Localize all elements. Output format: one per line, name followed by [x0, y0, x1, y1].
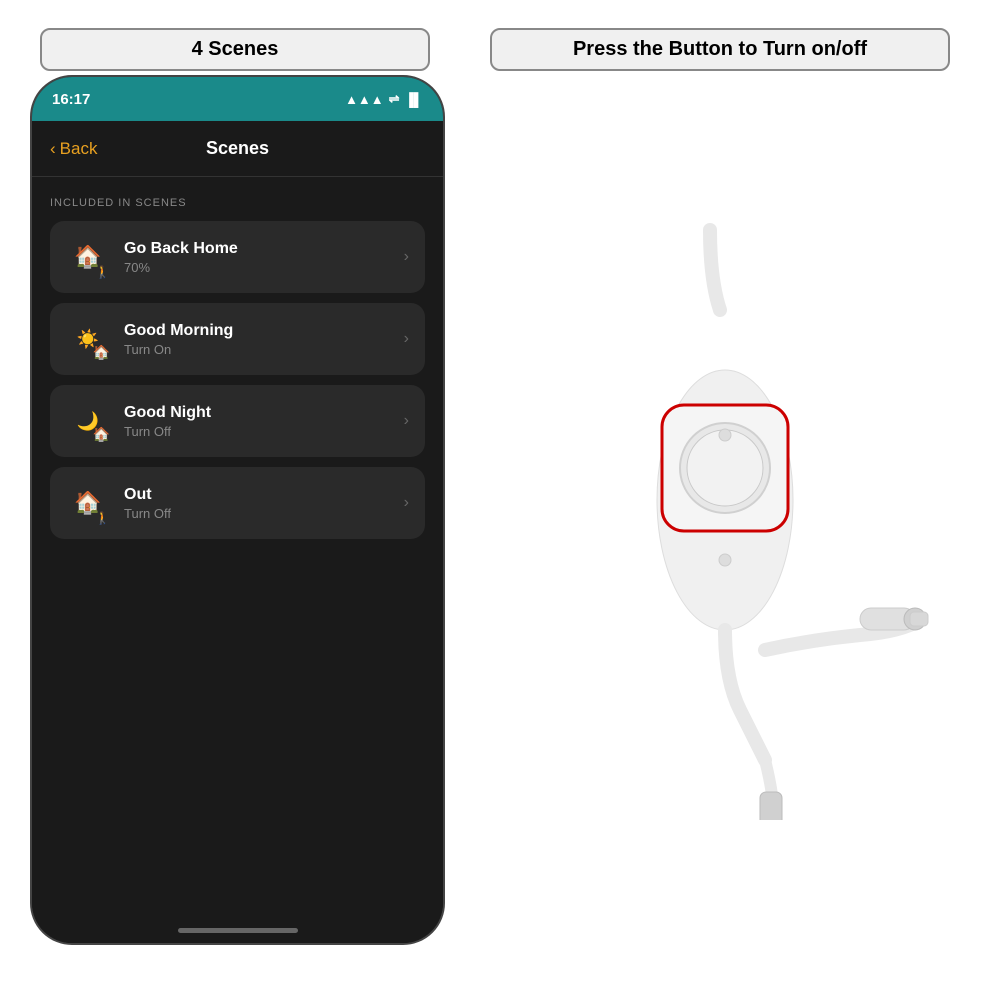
scene-item-good-morning[interactable]: ☀️ 🏠 Good Morning Turn On ›	[50, 303, 425, 375]
scene-icon-good-morning: ☀️ 🏠	[66, 317, 110, 361]
scene-name-go-back-home: Go Back Home	[124, 240, 390, 258]
scene-icon-go-back-home: 🏠 🚶	[66, 235, 110, 279]
scenes-list: 🏠 🚶 Go Back Home 70% › ☀️ 🏠 Good Morning…	[50, 221, 425, 539]
chevron-icon: ›	[404, 494, 409, 512]
battery-icon: ▐▌	[405, 92, 423, 107]
press-button-label: Press the Button to Turn on/off	[490, 28, 950, 71]
phone-mockup: 16:17 ▲▲▲ ⇌ ▐▌ ‹ Back Scenes INCLUDED IN…	[30, 75, 445, 945]
scene-text-good-night: Good Night Turn Off	[124, 404, 390, 439]
scene-text-out: Out Turn Off	[124, 486, 390, 521]
nav-bar: ‹ Back Scenes	[32, 121, 443, 177]
status-icons: ▲▲▲ ⇌ ▐▌	[345, 91, 423, 107]
chevron-icon: ›	[404, 412, 409, 430]
scene-text-go-back-home: Go Back Home 70%	[124, 240, 390, 275]
scene-status-go-back-home: 70%	[124, 260, 390, 275]
scene-icon-good-night: 🌙 🏠	[66, 399, 110, 443]
device-area	[490, 90, 970, 950]
back-button[interactable]: ‹ Back	[50, 139, 97, 159]
scene-name-good-morning: Good Morning	[124, 322, 390, 340]
scene-item-good-night[interactable]: 🌙 🏠 Good Night Turn Off ›	[50, 385, 425, 457]
scene-item-go-back-home[interactable]: 🏠 🚶 Go Back Home 70% ›	[50, 221, 425, 293]
chevron-icon: ›	[404, 248, 409, 266]
status-bar: 16:17 ▲▲▲ ⇌ ▐▌	[32, 77, 443, 121]
phone-content: INCLUDED IN SCENES 🏠 🚶 Go Back Home 70% …	[32, 177, 443, 943]
section-label: INCLUDED IN SCENES	[50, 197, 425, 209]
back-label: Back	[60, 139, 98, 159]
scene-status-good-morning: Turn On	[124, 342, 390, 357]
scene-icon-out: 🏠 🚶	[66, 481, 110, 525]
home-indicator	[178, 928, 298, 933]
scene-text-good-morning: Good Morning Turn On	[124, 322, 390, 357]
scene-name-good-night: Good Night	[124, 404, 390, 422]
device-illustration	[510, 220, 950, 820]
signal-icon: ▲▲▲	[345, 92, 384, 107]
chevron-icon: ›	[404, 330, 409, 348]
scene-name-out: Out	[124, 486, 390, 504]
status-time: 16:17	[52, 91, 90, 108]
back-chevron-icon: ‹	[50, 139, 56, 159]
wifi-icon: ⇌	[389, 91, 400, 107]
scene-status-good-night: Turn Off	[124, 424, 390, 439]
scene-status-out: Turn Off	[124, 506, 390, 521]
nav-title: Scenes	[206, 138, 269, 159]
scene-item-out[interactable]: 🏠 🚶 Out Turn Off ›	[50, 467, 425, 539]
four-scenes-label: 4 Scenes	[40, 28, 430, 71]
